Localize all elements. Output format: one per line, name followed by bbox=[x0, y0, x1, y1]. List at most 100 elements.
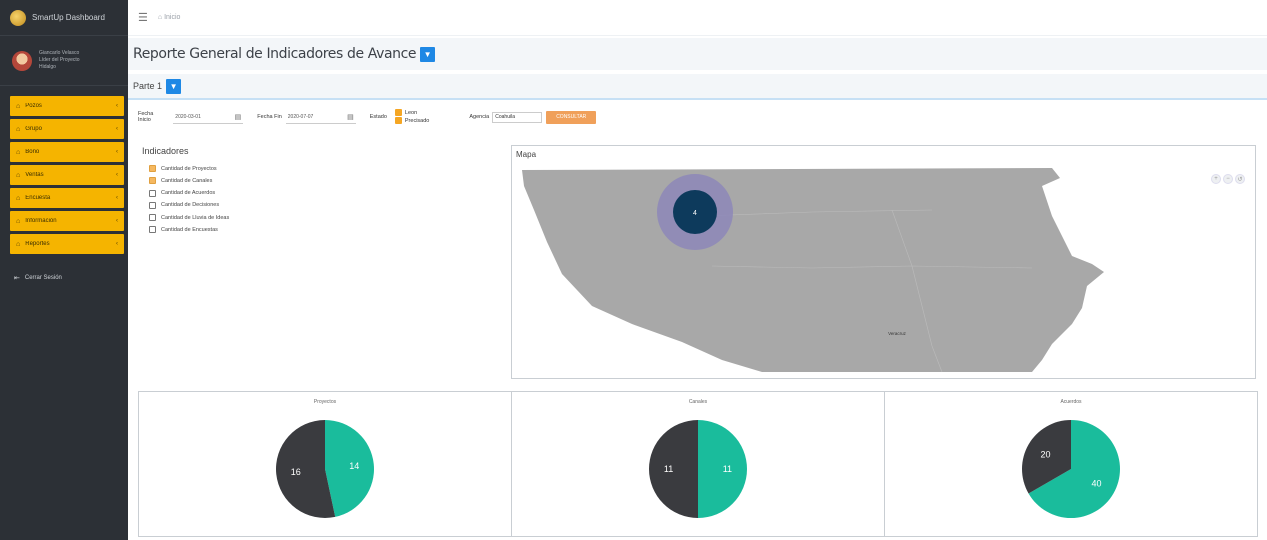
pie-chart: 14 16 bbox=[276, 420, 374, 518]
indicator-option-acuerdos[interactable]: Cantidad de Acuerdos bbox=[142, 189, 492, 198]
agency-label: Agencia bbox=[469, 114, 490, 120]
topbar: ☰ ⌂ Inicio bbox=[128, 0, 1267, 36]
checkbox-checked-icon[interactable] bbox=[394, 117, 402, 124]
agency-value: Coahuila bbox=[495, 114, 515, 120]
user-name: Giancarlo Velasco bbox=[39, 50, 80, 56]
reset-view-icon[interactable]: ↺ bbox=[1235, 174, 1245, 184]
end-date-label: Fecha Fin bbox=[257, 114, 282, 120]
sidebar-item-grupo[interactable]: ⌂ Grupo ‹ bbox=[10, 119, 124, 139]
map-title: Mapa bbox=[516, 150, 537, 159]
pie-slice-label: 14 bbox=[349, 461, 359, 471]
chevron-down-icon: ▼ bbox=[423, 49, 432, 59]
logout-icon: ⇤ bbox=[14, 275, 20, 282]
section-header: Parte 1 ▼ bbox=[128, 74, 1267, 100]
end-date-input[interactable]: 2020-07-07 ▤ bbox=[285, 111, 356, 124]
calendar-icon[interactable]: ▤ bbox=[347, 113, 354, 121]
home-icon: ⌂ bbox=[16, 194, 21, 202]
end-date-value: 2020-07-07 bbox=[287, 113, 314, 120]
checkbox-checked-icon[interactable] bbox=[149, 177, 156, 185]
pie-chart: 11 11 bbox=[649, 420, 747, 518]
sidebar-item-label: Información bbox=[25, 218, 57, 224]
sidebar-item-reportes[interactable]: ⌂ Reportes ‹ bbox=[10, 234, 124, 254]
checkbox-unchecked-icon[interactable] bbox=[149, 214, 156, 222]
start-date-label: Fecha Inicio bbox=[138, 111, 153, 123]
sidebar-item-label: Grupo bbox=[25, 126, 42, 132]
sidebar-item-label: Reportes bbox=[25, 241, 50, 247]
estado-option[interactable]: Precisado bbox=[394, 117, 430, 124]
estado-option-label: Leon bbox=[404, 109, 418, 116]
pie-chart: 40 20 bbox=[1022, 420, 1120, 518]
sidebar-menu: ⌂ Pozos ‹ ⌂ Grupo ‹ ⌂ Bono ‹ ⌂ Ventas ‹ … bbox=[0, 96, 128, 254]
start-date-label-line2: Inicio bbox=[138, 117, 151, 123]
indicators-title: Indicadores bbox=[142, 146, 189, 156]
indicator-label: Cantidad de Encuestas bbox=[161, 226, 218, 233]
map-region-label: Veracruz bbox=[888, 331, 907, 336]
checkbox-checked-icon[interactable] bbox=[394, 109, 402, 116]
sidebar-item-ventas[interactable]: ⌂ Ventas ‹ bbox=[10, 165, 124, 185]
start-date-input[interactable]: 2020-03-01 ▤ bbox=[173, 111, 244, 124]
charts-row: Proyectos 14 16 Canales 11 11 Acuerdos 40 2… bbox=[138, 391, 1258, 537]
brand-logo-icon bbox=[10, 9, 26, 26]
sidebar-item-bono[interactable]: ⌂ Bono ‹ bbox=[10, 142, 124, 162]
brand[interactable]: SmartUp Dashboard bbox=[0, 0, 128, 36]
section-toggle-button[interactable]: ▼ bbox=[166, 78, 182, 94]
chevron-left-icon: ‹ bbox=[116, 149, 118, 155]
indicator-option-decisiones[interactable]: Cantidad de Decisiones bbox=[142, 201, 492, 210]
checkbox-unchecked-icon[interactable] bbox=[149, 189, 156, 197]
sidebar-item-label: Encuesta bbox=[25, 195, 51, 201]
agency-input[interactable]: Coahuila bbox=[492, 111, 543, 123]
sidebar-item-encuesta[interactable]: ⌂ Encuesta ‹ bbox=[10, 188, 124, 208]
brand-name: SmartUp Dashboard bbox=[32, 13, 105, 22]
pie-slice[interactable] bbox=[649, 420, 698, 518]
chevron-left-icon: ‹ bbox=[116, 241, 118, 247]
avatar bbox=[12, 50, 32, 71]
chart-card-proyectos: Proyectos 14 16 bbox=[138, 391, 512, 537]
indicator-label: Cantidad de Lluvia de Ideas bbox=[161, 214, 230, 221]
logout-link[interactable]: ⇤ Cerrar Sesión bbox=[14, 274, 128, 282]
zoom-out-icon[interactable]: − bbox=[1223, 174, 1233, 184]
indicator-option-proyectos[interactable]: Cantidad de Proyectos bbox=[142, 164, 492, 173]
calendar-icon[interactable]: ▤ bbox=[235, 113, 242, 121]
filter-bar: Fecha Inicio 2020-03-01 ▤ Fecha Fin 2020… bbox=[138, 104, 1258, 130]
map-land-region bbox=[522, 168, 1104, 372]
breadcrumb-label: Inicio bbox=[164, 14, 181, 21]
pie-slice-label: 11 bbox=[723, 464, 732, 474]
breadcrumb[interactable]: ⌂ Inicio bbox=[158, 14, 181, 21]
indicator-label: Cantidad de Acuerdos bbox=[161, 190, 216, 197]
user-role: Líder del Proyecto bbox=[39, 57, 80, 63]
sidebar-item-label: Bono bbox=[25, 149, 40, 155]
indicator-label: Cantidad de Proyectos bbox=[161, 165, 217, 172]
hamburger-menu-icon[interactable]: ☰ bbox=[138, 11, 148, 24]
user-org: Hidalgo bbox=[39, 64, 56, 70]
estado-checkboxes: Leon Precisado bbox=[394, 109, 430, 125]
estado-option[interactable]: Leon bbox=[394, 109, 429, 116]
indicator-option-lluvia-ideas[interactable]: Cantidad de Lluvia de Ideas bbox=[142, 213, 492, 222]
estado-option-label: Precisado bbox=[404, 117, 430, 124]
map-canvas[interactable]: 4 Veracruz bbox=[512, 146, 1257, 380]
sidebar-item-informacion[interactable]: ⌂ Información ‹ bbox=[10, 211, 124, 231]
logout-label: Cerrar Sesión bbox=[24, 275, 62, 281]
estado-label: Estado bbox=[369, 114, 387, 120]
chevron-left-icon: ‹ bbox=[116, 103, 118, 109]
pie-slice-label: 20 bbox=[1041, 449, 1051, 459]
indicator-option-canales[interactable]: Cantidad de Canales bbox=[142, 176, 492, 185]
collapse-toggle-button[interactable]: ▼ bbox=[420, 46, 436, 62]
pie-slice-label: 16 bbox=[291, 467, 301, 477]
map-controls: + − ↺ bbox=[1211, 174, 1245, 184]
map-panel[interactable]: 4 Veracruz Mapa + − ↺ bbox=[511, 145, 1256, 379]
checkbox-unchecked-icon[interactable] bbox=[149, 201, 156, 209]
map-marker-value: 4 bbox=[693, 210, 697, 217]
checkbox-checked-icon[interactable] bbox=[149, 165, 156, 172]
pie-slice-label: 40 bbox=[1091, 479, 1101, 489]
sidebar-item-label: Pozos bbox=[25, 103, 42, 109]
checkbox-unchecked-icon[interactable] bbox=[149, 226, 156, 234]
search-button[interactable]: CONSULTAR bbox=[546, 110, 597, 124]
home-icon: ⌂ bbox=[16, 240, 21, 248]
chevron-left-icon: ‹ bbox=[116, 172, 118, 178]
home-icon: ⌂ bbox=[16, 171, 21, 179]
chevron-left-icon: ‹ bbox=[116, 126, 118, 132]
sidebar-item-pozos[interactable]: ⌂ Pozos ‹ bbox=[10, 96, 124, 116]
home-icon: ⌂ bbox=[16, 217, 21, 225]
zoom-in-icon[interactable]: + bbox=[1211, 174, 1221, 184]
indicator-option-encuestas[interactable]: Cantidad de Encuestas bbox=[142, 225, 492, 234]
